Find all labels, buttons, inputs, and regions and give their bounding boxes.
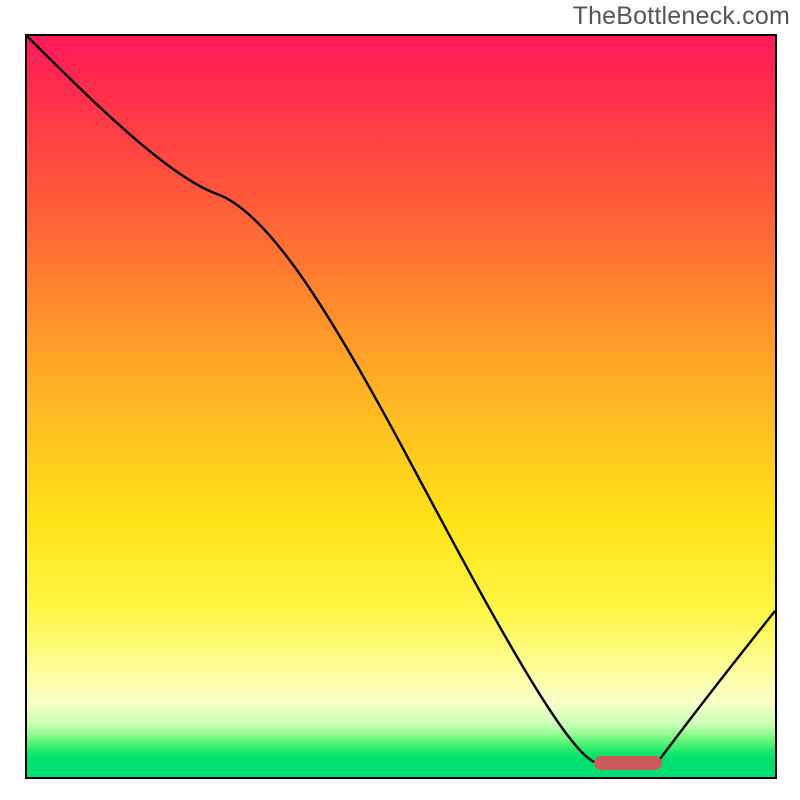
plot-area xyxy=(25,34,777,779)
bottleneck-curve xyxy=(27,36,775,763)
curve-overlay xyxy=(27,36,775,777)
optimal-range-marker xyxy=(594,756,662,770)
chart-canvas: TheBottleneck.com xyxy=(0,0,800,800)
attribution-text: TheBottleneck.com xyxy=(573,2,790,31)
